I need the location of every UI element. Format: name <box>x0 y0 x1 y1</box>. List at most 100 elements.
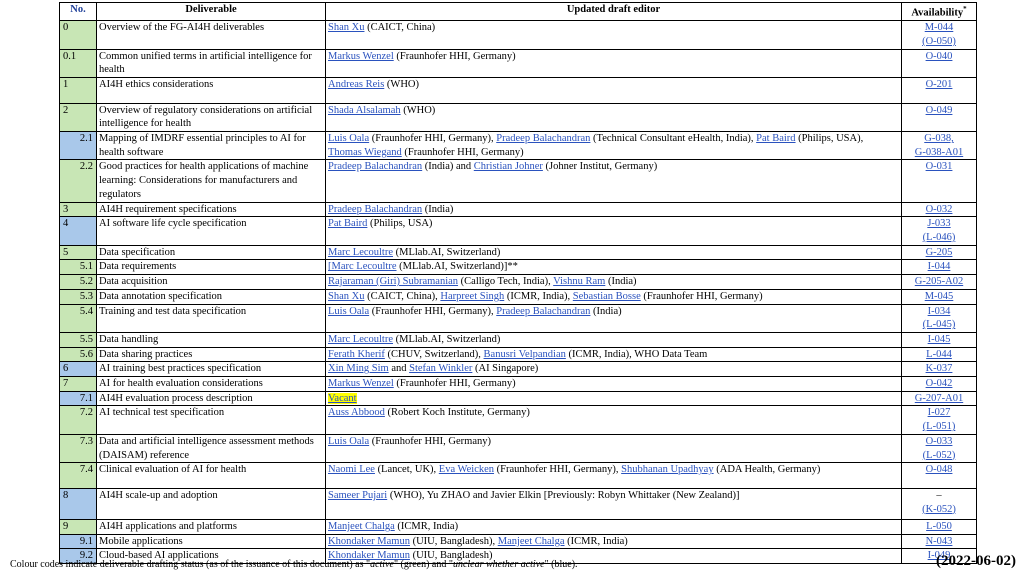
editor-link[interactable]: Eva Weicken <box>439 464 494 475</box>
editor-link[interactable]: Marc Lecoultre <box>328 334 393 345</box>
editor-link[interactable]: Pradeep Balachandran <box>328 204 422 215</box>
document-link[interactable]: G-205 <box>926 247 953 258</box>
document-link[interactable]: O-040 <box>926 51 953 62</box>
table-row: 0 Overview of the FG-AI4H deliverables Sha… <box>59 20 977 50</box>
editor-link[interactable]: Ferath Kherif <box>328 349 385 360</box>
document-link[interactable]: (L-052) <box>923 450 956 461</box>
editor-link[interactable]: Sameer Pujari <box>328 490 387 501</box>
document-link[interactable]: L-044 <box>926 349 952 360</box>
document-link[interactable]: O-048 <box>926 464 953 475</box>
editor-link[interactable]: Markus Wenzel <box>328 51 394 62</box>
document-link[interactable]: O-201 <box>926 79 953 90</box>
editor-cell: Khondaker Mamun (UIU, Bangladesh), Manje… <box>325 533 902 550</box>
document-link[interactable]: O-049 <box>926 105 953 116</box>
footnote-active: active <box>370 559 394 570</box>
editor-link[interactable]: Markus Wenzel <box>328 378 394 389</box>
editor-link[interactable]: Pat Baird <box>328 218 367 229</box>
deliverable-cell: Mapping of IMDRF essential principles to… <box>96 131 326 161</box>
document-link[interactable]: I-034 <box>928 306 951 317</box>
editor-link[interactable]: Stefan Winkler <box>409 363 472 374</box>
document-link[interactable]: G-207-A01 <box>915 393 963 404</box>
editor-link[interactable]: Marc Lecoultre <box>328 247 393 258</box>
row-number: 2.2 <box>59 159 97 203</box>
editor-affiliation: (Calligo Tech, India), <box>458 276 554 288</box>
document-link[interactable]: (L-051) <box>923 421 956 432</box>
availability-line: (L-051) <box>904 420 974 433</box>
editor-link[interactable]: Shan Xu <box>328 22 364 33</box>
document-link[interactable]: G-038, <box>924 133 953 144</box>
table-row: 8 AI4H scale-up and adoption Sameer Pujari… <box>59 487 977 521</box>
editor-affiliation: (Johner Institut, Germany) <box>542 161 658 173</box>
editor-affiliation: (Fraunhofer HHI, Germany) <box>401 146 524 158</box>
editor-link[interactable]: Pat Baird <box>756 133 795 144</box>
table-row: 5.6 Data sharing practices Ferath Kherif (… <box>59 346 977 363</box>
editor-affiliation: (WHO) <box>384 79 419 91</box>
editor-link[interactable]: Khondaker Mamun <box>328 536 410 547</box>
document-link[interactable]: (L-046) <box>923 232 956 243</box>
deliverable-cell: Good practices for health applications o… <box>96 159 326 203</box>
row-number: 9 <box>59 519 97 535</box>
editor-link[interactable]: Shubhanan Upadhyay <box>621 464 713 475</box>
document-link[interactable]: (O-050) <box>922 36 956 47</box>
editor-link[interactable]: Luis Oala <box>328 436 369 447</box>
editor-link[interactable]: Pradeep Balachandran <box>328 161 422 172</box>
document-link[interactable]: G-038-A01 <box>915 147 963 158</box>
document-link[interactable]: N-043 <box>926 536 953 547</box>
editor-link[interactable]: Harpreet Singh <box>440 291 504 302</box>
availability-line: (L-046) <box>904 231 974 244</box>
availability-line: G-205-A02 <box>904 276 974 289</box>
table-row: 5.4 Training and test data specification L… <box>59 303 977 333</box>
document-link[interactable]: M-045 <box>925 291 954 302</box>
editor-link[interactable]: Pradeep Balachandran <box>496 306 590 317</box>
document-link[interactable]: K-037 <box>926 363 953 374</box>
editor-link[interactable]: Manjeet Chalga <box>328 521 395 532</box>
editor-link[interactable]: Naomi Lee <box>328 464 375 475</box>
editor-link[interactable]: Xin Ming Sim <box>328 363 389 374</box>
availability-line: K-037 <box>904 363 974 376</box>
document-link[interactable]: I-045 <box>928 334 951 345</box>
availability-line: (O-050) <box>904 35 974 48</box>
editor-affiliation: (India) <box>605 276 637 288</box>
document-link[interactable]: O-032 <box>926 204 953 215</box>
document-link[interactable]: (K-052) <box>922 504 956 515</box>
editor-link[interactable]: Luis Oala <box>328 306 369 317</box>
editor-link[interactable]: Christian Johner <box>474 161 543 172</box>
editor-link[interactable]: Marc Lecoultre <box>332 261 397 272</box>
editor-affiliation: (India) <box>422 203 454 215</box>
editor-link[interactable]: Rajaraman (Giri) Subramanian <box>328 276 458 287</box>
editor-link[interactable]: Vishnu Ram <box>553 276 605 287</box>
editor-link[interactable]: Sebastian Bosse <box>573 291 641 302</box>
availability-cell: I-034 (L-045) <box>901 303 977 333</box>
row-number: 7.4 <box>59 462 97 489</box>
document-link[interactable]: I-044 <box>928 261 951 272</box>
document-link[interactable]: O-033 <box>926 436 953 447</box>
editor-link[interactable]: Thomas Wiegand <box>328 147 402 158</box>
availability-line: O-042 <box>904 378 974 391</box>
editor-link[interactable]: Vacant <box>328 392 357 404</box>
editor-link[interactable]: Shada Alsalamah <box>328 105 401 116</box>
document-link[interactable]: J-033 <box>927 218 950 229</box>
column-header-editor: Updated draft editor <box>325 1 902 22</box>
document-link[interactable]: L-050 <box>926 521 952 532</box>
document-link[interactable]: (L-045) <box>923 319 956 330</box>
editor-cell: Manjeet Chalga (ICMR, India) <box>325 519 902 535</box>
availability-cell: G-038, G-038-A01 <box>901 131 977 161</box>
table-row: 5.3 Data annotation specification Shan Xu … <box>59 288 977 305</box>
editor-link[interactable]: Pradeep Balachandran <box>496 133 590 144</box>
document-link[interactable]: G-205-A02 <box>915 276 963 287</box>
editor-affiliation: (MLlab.AI, Switzerland) <box>393 333 501 345</box>
deliverable-cell: Mobile applications <box>96 533 326 550</box>
editor-link[interactable]: Auss Abbood <box>328 407 385 418</box>
editor-link[interactable]: Luis Oala <box>328 133 369 144</box>
editor-link[interactable]: Andreas Reis <box>328 79 384 90</box>
editor-link[interactable]: Shan Xu <box>328 291 364 302</box>
document-link[interactable]: O-031 <box>926 161 953 172</box>
document-link[interactable]: M-044 <box>925 22 954 33</box>
document-link[interactable]: O-042 <box>926 378 953 389</box>
availability-cell: I-045 <box>901 331 977 348</box>
editor-link[interactable]: Banusri Velpandian <box>484 349 566 360</box>
deliverable-cell: Training and test data specification <box>96 303 326 333</box>
document-link[interactable]: I-027 <box>928 407 951 418</box>
editor-affiliation: (WHO) <box>400 104 436 116</box>
editor-link[interactable]: Manjeet Chalga <box>498 536 565 547</box>
